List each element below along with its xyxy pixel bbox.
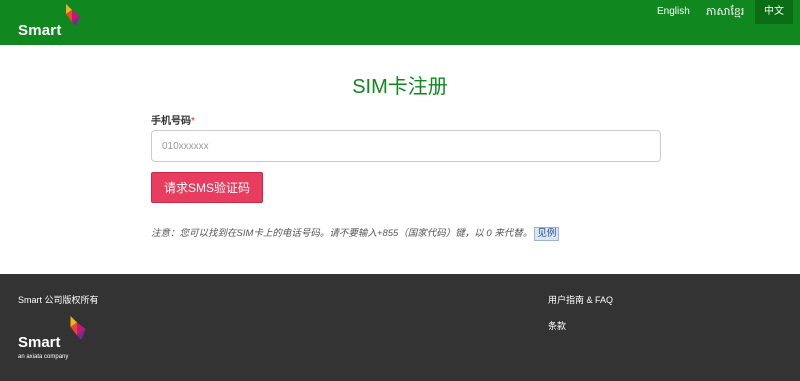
- footer-brand-name: Smart: [18, 334, 61, 351]
- request-sms-code-button[interactable]: 请求SMS验证码: [151, 172, 263, 203]
- language-english[interactable]: English: [657, 0, 690, 24]
- phone-label-text: 手机号码: [151, 116, 191, 127]
- phone-label: 手机号码*: [151, 112, 195, 127]
- phone-number-input[interactable]: [151, 130, 661, 162]
- see-example-link[interactable]: 见例: [534, 227, 560, 241]
- brand-name: Smart: [18, 22, 62, 39]
- smart-logo[interactable]: Smart: [18, 4, 88, 40]
- terms-link[interactable]: 条款: [548, 319, 566, 332]
- page-title: SIM卡注册: [352, 76, 448, 98]
- note-text: 注意：您可以找到在SIM卡上的电话号码。请不要输入+855（国家代码）键，以 0…: [151, 225, 560, 241]
- site-footer: Smart 公司版权所有 Smart an axiata company 用户指…: [0, 274, 800, 381]
- user-guide-faq-link[interactable]: 用户指南 & FAQ: [548, 293, 613, 306]
- note-body: 注意：您可以找到在SIM卡上的电话号码。请不要输入+855（国家代码）键，以 0…: [151, 228, 533, 239]
- site-header: Smart English ភាសាខ្មែរ 中文: [0, 0, 800, 45]
- required-mark: *: [191, 116, 195, 127]
- language-khmer[interactable]: ភាសាខ្មែរ: [706, 0, 744, 24]
- footer-logo: Smart an axiata company: [18, 314, 98, 370]
- smart-logo-icon: [66, 4, 80, 26]
- copyright-text: Smart 公司版权所有: [18, 295, 99, 305]
- footer-tagline: an axiata company: [18, 354, 69, 360]
- smart-logo-icon: [70, 316, 86, 340]
- language-chinese[interactable]: 中文: [755, 0, 793, 24]
